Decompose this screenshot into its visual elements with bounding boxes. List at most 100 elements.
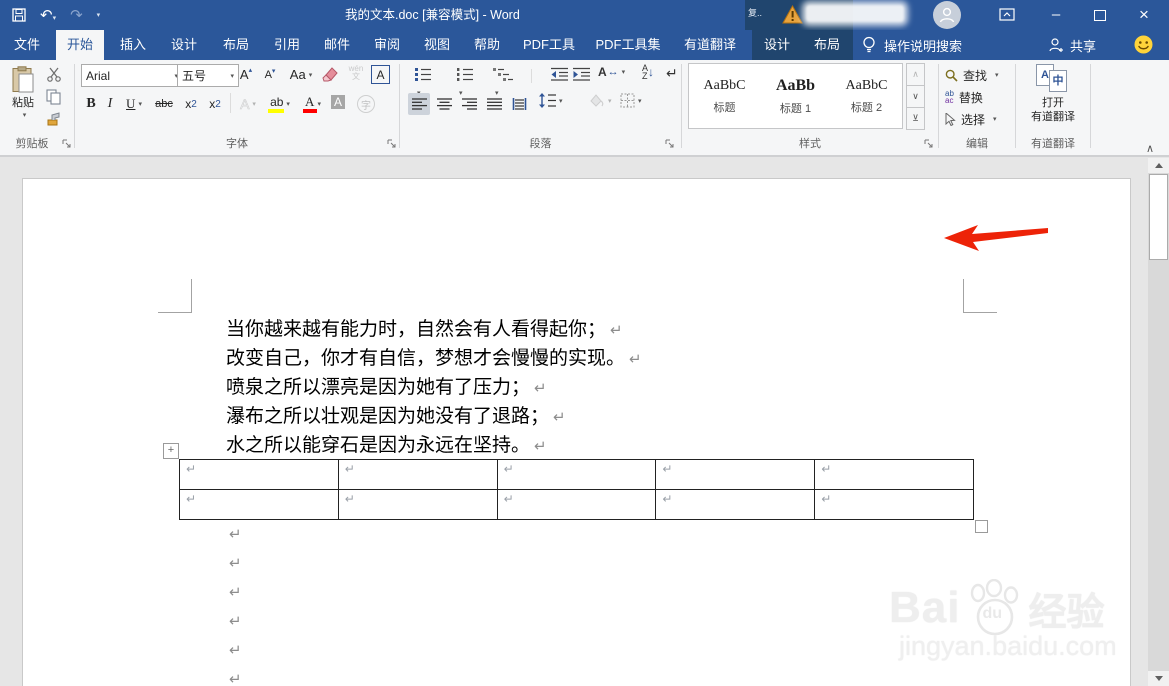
character-shading-button[interactable]: A — [331, 95, 346, 109]
doc-line[interactable]: 改变自己，你才有自信，梦想才会慢慢的实现。 ↵ — [226, 347, 642, 371]
table-resize-handle[interactable] — [975, 520, 988, 533]
warning-icon[interactable] — [782, 5, 803, 24]
format-painter-button[interactable] — [46, 111, 62, 127]
paragraph-dialog-launcher[interactable] — [665, 139, 675, 149]
replace-button[interactable]: ab ac 替换 — [945, 87, 983, 107]
table-cell[interactable]: ↵ — [815, 490, 974, 520]
clear-formatting-button[interactable] — [321, 66, 339, 82]
tab-table-design[interactable]: 设计 — [752, 30, 802, 60]
tab-layout[interactable]: 布局 — [213, 30, 259, 60]
justify-button[interactable] — [483, 93, 505, 115]
line-spacing-button[interactable]: ▾ — [538, 93, 563, 108]
font-size-combobox[interactable]: 五号 ▾ — [177, 64, 239, 87]
tab-pdf-tools[interactable]: PDF工具 — [514, 30, 584, 60]
paragraph-mark[interactable]: ↵ — [229, 670, 242, 686]
paste-button[interactable]: 粘贴 ▾ — [4, 64, 42, 130]
align-center-button[interactable] — [433, 93, 455, 115]
bold-button[interactable]: B — [83, 92, 99, 116]
scroll-up-button[interactable] — [1148, 158, 1169, 173]
styles-gallery-more[interactable]: ⊻ — [906, 108, 925, 130]
tab-table-layout[interactable]: 布局 — [802, 30, 852, 60]
increase-indent-button[interactable] — [572, 67, 591, 82]
open-youdao-button[interactable]: A 中 打开 有道翻译 — [1021, 62, 1085, 136]
tab-pdf-toolset[interactable]: PDF工具集 — [586, 30, 670, 60]
tab-insert[interactable]: 插入 — [110, 30, 156, 60]
copy-button[interactable] — [46, 89, 61, 105]
paragraph-mark[interactable]: ↵ — [229, 641, 242, 659]
table-cell[interactable]: ↵ — [180, 460, 339, 490]
collapse-ribbon-icon[interactable]: ∧ — [1146, 142, 1154, 155]
doc-line[interactable]: 喷泉之所以漂亮是因为她有了压力； ↵ — [226, 376, 547, 400]
document-page[interactable]: 当你越来越有能力时，自然会有人看得起你； ↵ 改变自己，你才有自信，梦想才会慢慢的… — [22, 178, 1131, 686]
tab-view[interactable]: 视图 — [414, 30, 460, 60]
tab-design[interactable]: 设计 — [161, 30, 207, 60]
scrollbar-thumb[interactable] — [1149, 174, 1168, 260]
show-marks-button[interactable]: ↵ — [666, 66, 678, 82]
font-dialog-launcher[interactable] — [387, 139, 397, 149]
align-right-button[interactable] — [458, 93, 480, 115]
table-cell[interactable]: ↵ — [338, 490, 498, 520]
italic-button[interactable]: I — [103, 92, 117, 116]
table-cell[interactable]: ↵ — [656, 460, 816, 490]
customize-qat-icon[interactable]: ▾ — [97, 11, 101, 19]
table-cell[interactable]: ↵ — [338, 460, 498, 490]
shrink-font-button[interactable]: A ▾ — [259, 64, 281, 85]
decrease-indent-button[interactable] — [550, 67, 569, 82]
styles-scroll-up[interactable]: ∧ — [906, 63, 925, 86]
distribute-button[interactable] — [508, 93, 530, 115]
tab-references[interactable]: 引用 — [264, 30, 310, 60]
account-avatar[interactable] — [933, 1, 961, 29]
font-color-button[interactable]: A ▾ — [299, 92, 327, 116]
table-cell[interactable]: ↵ — [497, 490, 657, 520]
table-cell[interactable]: ↵ — [180, 490, 339, 520]
doc-line[interactable]: 当你越来越有能力时，自然会有人看得起你； ↵ — [226, 318, 623, 342]
phonetic-guide-button[interactable]: wén 文 — [345, 65, 367, 81]
style-item-heading2[interactable]: AaBbC 标题 2 — [834, 78, 900, 115]
close-button[interactable]: × — [1128, 0, 1160, 30]
scroll-down-button[interactable] — [1148, 671, 1169, 686]
share-button[interactable]: 共享 — [1048, 30, 1096, 60]
cut-button[interactable] — [46, 67, 62, 82]
paragraph-mark[interactable]: ↵ — [229, 583, 242, 601]
undo-icon[interactable]: ↶▾ — [40, 6, 56, 25]
text-effects-button[interactable]: A ▾ — [235, 92, 261, 116]
minimize-button[interactable]: – — [1040, 0, 1072, 30]
doc-line[interactable]: 瀑布之所以壮观是因为她没有了退路； ↵ — [226, 405, 566, 429]
styles-scroll-down[interactable]: ∨ — [906, 86, 925, 108]
sort-button[interactable]: A Z ↓ — [642, 64, 654, 81]
strikethrough-button[interactable]: abc — [151, 92, 177, 116]
styles-dialog-launcher[interactable] — [924, 139, 934, 149]
find-button[interactable]: 查找 ▾ — [945, 65, 999, 85]
tell-me-search[interactable]: 操作说明搜索 — [862, 30, 962, 60]
tab-youdao-translate[interactable]: 有道翻译 — [672, 30, 748, 60]
clipboard-dialog-launcher[interactable] — [62, 139, 72, 149]
vertical-scrollbar[interactable] — [1148, 158, 1169, 686]
shading-button[interactable]: ▾ — [588, 93, 612, 108]
tab-help[interactable]: 帮助 — [464, 30, 510, 60]
table-move-handle[interactable]: + — [163, 443, 179, 459]
tab-mailings[interactable]: 邮件 — [314, 30, 360, 60]
select-button[interactable]: 选择 ▾ — [945, 109, 997, 129]
tab-file[interactable]: 文件 — [4, 30, 50, 60]
table-cell[interactable]: ↵ — [815, 460, 974, 490]
paragraph-mark[interactable]: ↵ — [229, 554, 242, 572]
doc-line[interactable]: 水之所以能穿石是因为永远在坚持。 ↵ — [226, 434, 547, 458]
enclose-characters-button[interactable]: 字 — [357, 95, 375, 113]
table-cell[interactable]: ↵ — [497, 460, 657, 490]
style-item-title[interactable]: AaBbC 标题 — [692, 78, 758, 115]
asian-layout-button[interactable]: A ↔ ▾ — [598, 65, 625, 79]
maximize-button[interactable] — [1084, 0, 1116, 30]
text-highlight-button[interactable]: ab ▾ — [265, 92, 295, 116]
grow-font-button[interactable]: A ▴ — [235, 64, 257, 85]
style-item-heading1[interactable]: AaBb 标题 1 — [763, 77, 829, 116]
align-left-button[interactable] — [408, 93, 430, 115]
font-name-combobox[interactable]: Arial▾ — [81, 64, 183, 87]
paragraph-mark[interactable]: ↵ — [229, 612, 242, 630]
ribbon-display-options-icon[interactable] — [999, 8, 1015, 21]
superscript-button[interactable]: x2 — [205, 92, 225, 116]
subscript-button[interactable]: x2 — [181, 92, 201, 116]
tab-review[interactable]: 审阅 — [364, 30, 410, 60]
redo-icon[interactable]: ↷ — [70, 6, 83, 24]
feedback-smiley-icon[interactable] — [1134, 35, 1153, 54]
save-icon[interactable] — [12, 8, 26, 22]
